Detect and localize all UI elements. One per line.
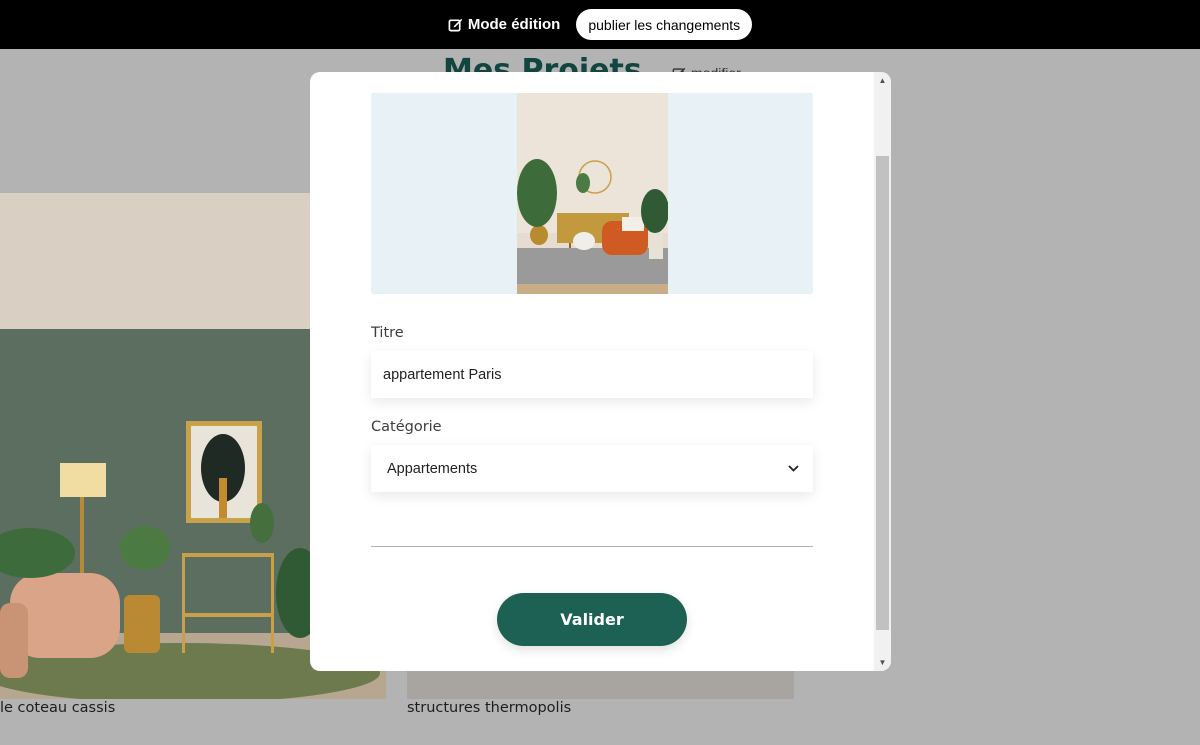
edit-icon [448,18,463,32]
scroll-down-arrow-icon[interactable]: ▼ [874,654,891,671]
edit-mode-indicator: Mode édition [448,16,561,33]
edit-mode-bar: Mode édition publier les changements [0,0,1200,49]
preview-photo [517,93,668,294]
preview-photo-illustration [517,93,668,294]
image-preview-area [371,93,813,294]
submit-button[interactable]: Valider [497,593,687,646]
title-label: Titre [371,325,404,341]
category-selected-value: Appartements [387,460,478,477]
edit-mode-label: Mode édition [467,16,561,33]
modal-scrollbar[interactable]: ▲ ▼ [874,72,891,671]
category-label: Catégorie [371,419,442,435]
scrollbar-thumb[interactable] [876,156,889,630]
scroll-up-arrow-icon[interactable]: ▲ [874,72,891,89]
edit-work-modal: Titre Catégorie Appartements Valider ▲ ▼ [310,72,891,671]
category-select[interactable]: Appartements [371,445,813,492]
title-input[interactable] [371,351,813,398]
publish-changes-button[interactable]: publier les changements [576,9,753,40]
work-caption: structures thermopolis [407,700,572,716]
chevron-down-icon [788,465,799,472]
form-divider [371,546,813,547]
work-caption: le coteau cassis [0,700,116,716]
